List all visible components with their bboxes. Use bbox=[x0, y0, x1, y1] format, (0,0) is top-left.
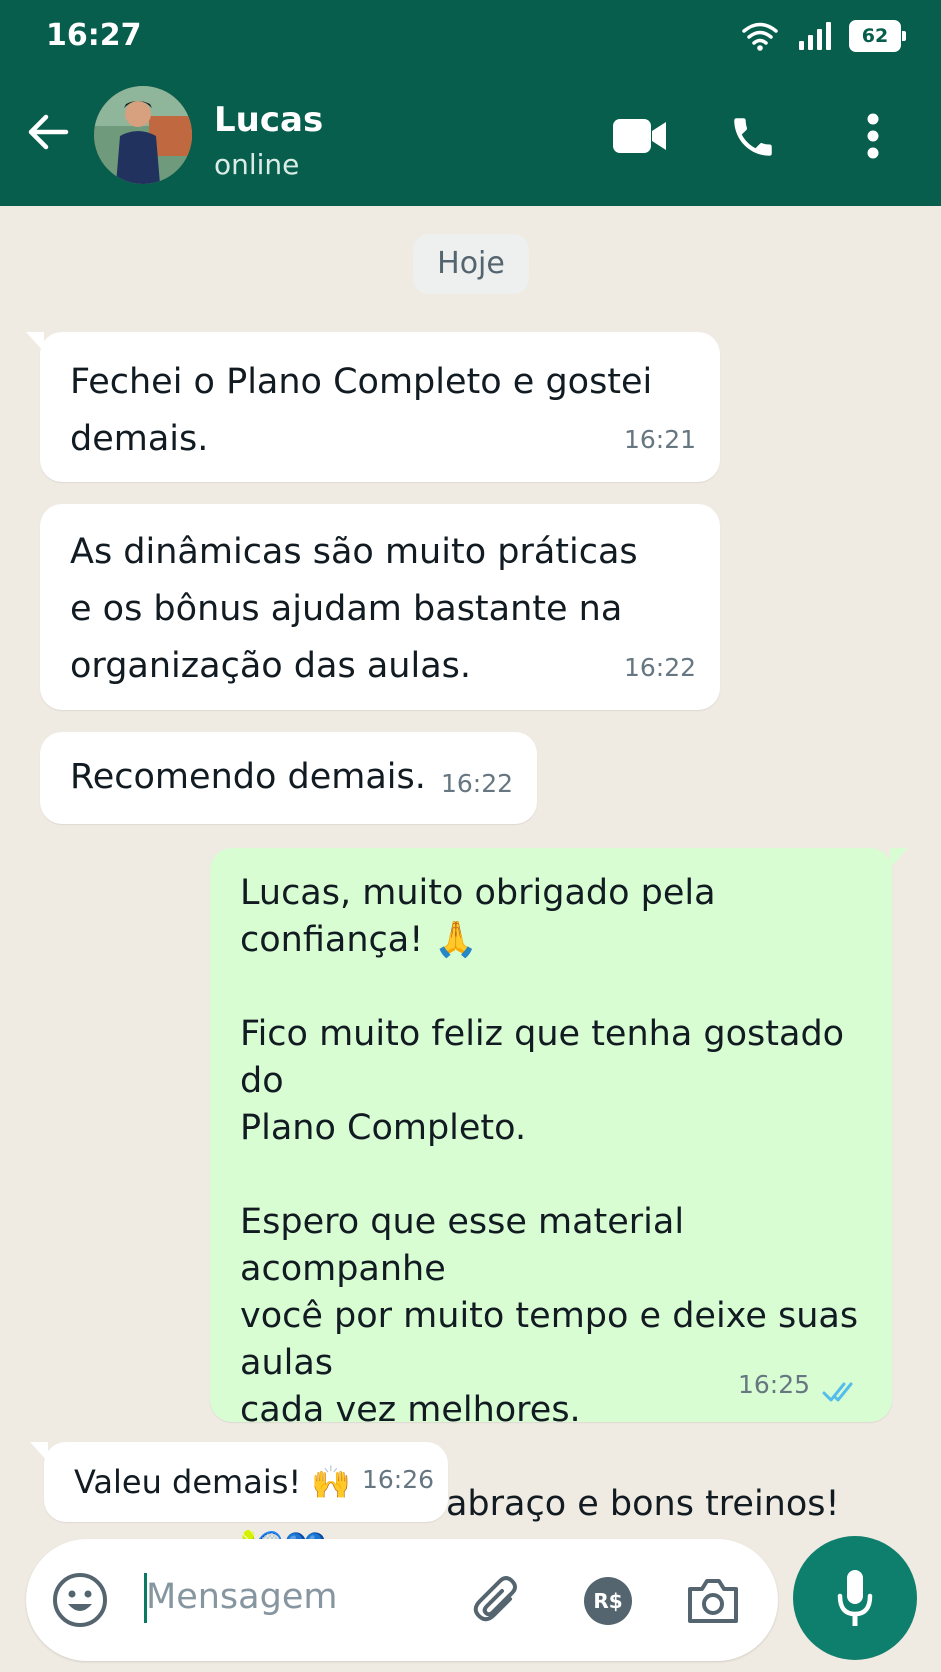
bubble-tail bbox=[890, 848, 908, 868]
more-options-icon[interactable] bbox=[866, 112, 880, 160]
contact-avatar[interactable] bbox=[94, 86, 192, 184]
message-time: 16:21 bbox=[623, 425, 696, 454]
message-incoming[interactable]: Valeu demais! 🙌 16:26 bbox=[30, 1442, 448, 1522]
chat-area[interactable]: Hoje Fechei o Plano Completo e gostei de… bbox=[0, 206, 941, 1571]
voice-message-button[interactable] bbox=[793, 1536, 917, 1660]
payment-icon[interactable]: R$ bbox=[584, 1577, 632, 1625]
message-time: 16:22 bbox=[623, 653, 696, 682]
message-text: As dinâmicas são muito práticas e os bôn… bbox=[70, 532, 638, 686]
back-arrow-icon[interactable] bbox=[26, 112, 70, 152]
message-time: 16:26 bbox=[361, 1465, 434, 1494]
contact-name[interactable]: Lucas bbox=[214, 100, 323, 140]
message-incoming[interactable]: Recomendo demais. 16:22 bbox=[40, 732, 537, 824]
battery-icon: 62 bbox=[849, 20, 906, 52]
message-composer: Mensagem R$ bbox=[26, 1539, 778, 1661]
read-receipt-icon bbox=[822, 1382, 853, 1402]
message-input[interactable]: Mensagem bbox=[146, 1577, 337, 1617]
wifi-icon bbox=[742, 22, 778, 51]
date-divider: Hoje bbox=[413, 234, 529, 294]
phone-icon[interactable] bbox=[728, 112, 778, 162]
contact-status: online bbox=[214, 148, 300, 181]
bubble-tail bbox=[26, 332, 44, 352]
avatar-photo bbox=[94, 86, 192, 184]
status-icons: 62 bbox=[741, 20, 906, 52]
chat-header: 16:27 62 Lucas online bbox=[0, 0, 941, 206]
message-time: 16:22 bbox=[440, 769, 513, 798]
status-time: 16:27 bbox=[46, 18, 142, 53]
message-text: Fechei o Plano Completo e gostei demais. bbox=[70, 362, 653, 459]
microphone-icon bbox=[837, 1570, 873, 1626]
message-time: 16:25 bbox=[737, 1370, 810, 1399]
camera-icon[interactable] bbox=[686, 1575, 740, 1625]
message-outgoing[interactable]: Lucas, muito obrigado pela confiança! 🙏 … bbox=[210, 848, 908, 1571]
message-incoming[interactable]: Fechei o Plano Completo e gostei demais.… bbox=[26, 332, 720, 482]
signal-icon bbox=[799, 22, 831, 50]
paperclip-icon[interactable] bbox=[470, 1573, 526, 1629]
video-call-icon[interactable] bbox=[612, 116, 668, 156]
bubble-tail bbox=[30, 1442, 48, 1462]
emoji-icon[interactable] bbox=[52, 1572, 108, 1628]
message-incoming[interactable]: As dinâmicas são muito práticas e os bôn… bbox=[40, 504, 720, 710]
